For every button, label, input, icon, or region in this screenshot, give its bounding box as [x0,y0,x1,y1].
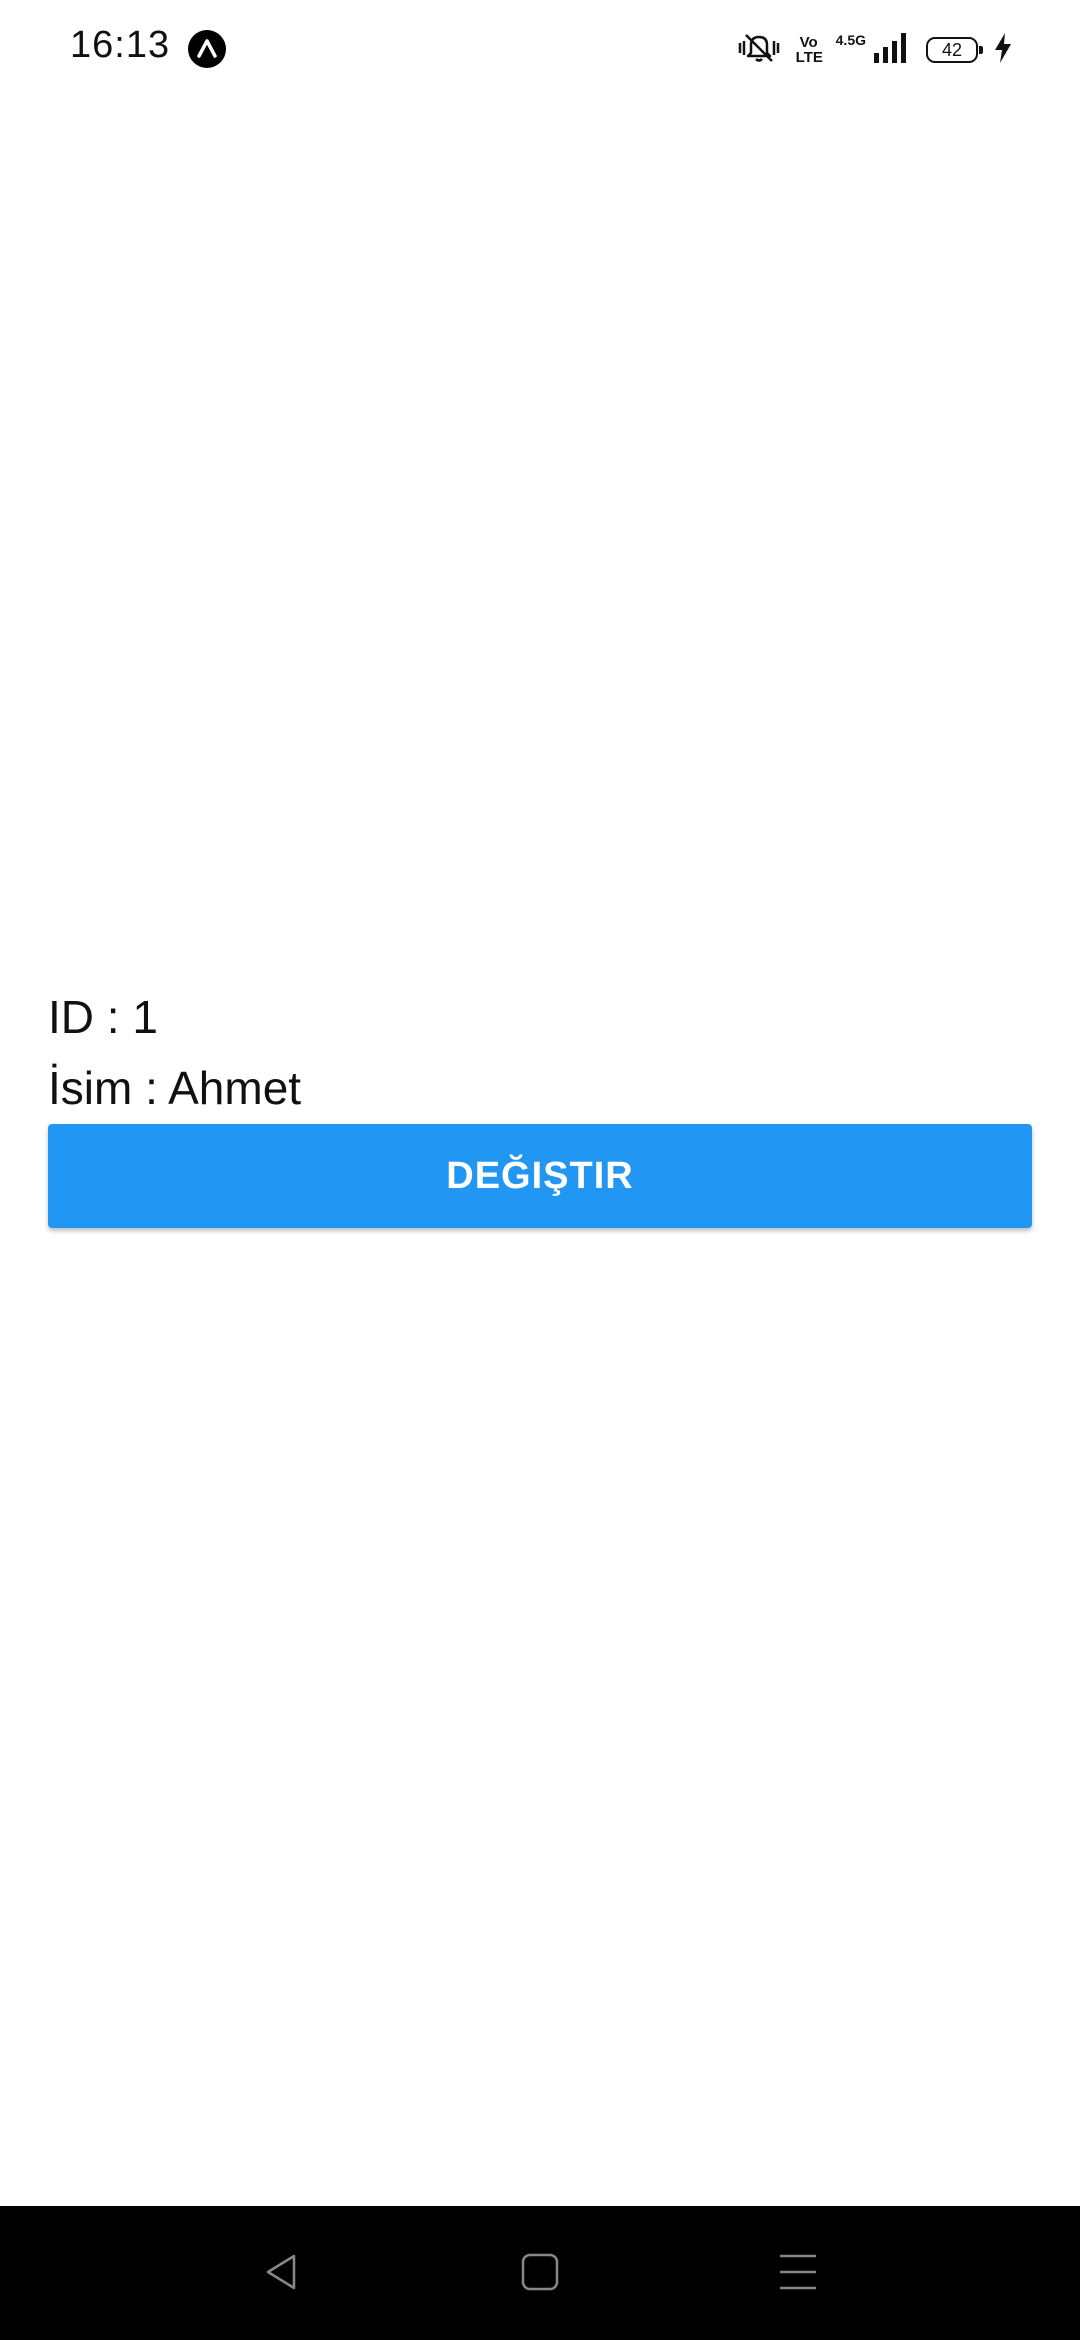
home-icon [518,2250,562,2299]
back-icon [260,2250,304,2299]
back-button[interactable] [252,2244,312,2304]
recents-icon [776,2250,820,2299]
name-label: İsim : Ahmet [48,1062,302,1114]
charging-icon [992,31,1014,70]
recents-button[interactable] [768,2244,828,2304]
network-type-label: 4.5G [835,32,866,48]
home-button[interactable] [510,2244,570,2304]
status-bar: 16:13 Vo LTE 4.5G 42 [0,0,1080,96]
battery-level: 42 [941,39,963,60]
status-time: 16:13 [70,24,171,66]
status-icons: Vo LTE 4.5G 42 [736,28,1014,72]
change-button[interactable]: DEĞIŞTIR [48,1124,1032,1228]
screen: 16:13 Vo LTE 4.5G 42 ID: 1 İsim: Ahmet… [0,0,1080,2340]
vibrate-icon [736,31,782,70]
volte-icon: Vo LTE [795,34,823,66]
id-label: ID : 1 [48,991,158,1043]
change-button-label: DEĞIŞTIR [446,1154,634,1197]
expo-icon [188,30,226,68]
signal-icon [872,31,912,70]
battery-icon: 42 [926,37,983,63]
navigation-bar [0,2206,1080,2340]
